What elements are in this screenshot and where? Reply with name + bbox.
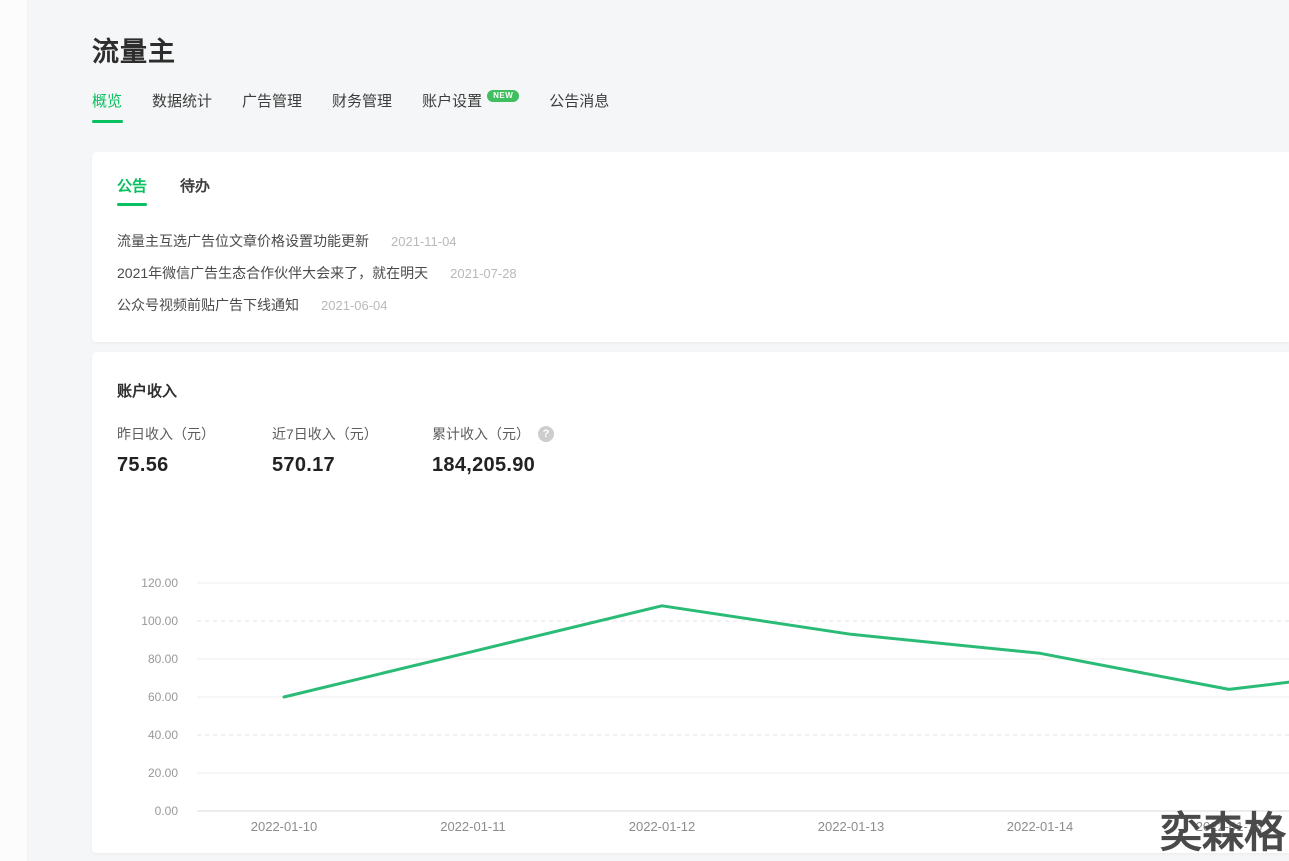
svg-text:0.00: 0.00 [155,804,179,818]
stat-value: 75.56 [117,454,169,476]
help-icon[interactable]: ? [538,426,554,442]
active-tab-underline [92,120,123,123]
svg-text:20.00: 20.00 [148,766,178,780]
svg-text:40.00: 40.00 [148,728,178,742]
tab-data-statistics-label: 数据统计 [152,93,213,110]
stat-value: 570.17 [272,454,335,476]
watermark: 奕森格 [1160,808,1287,857]
stat-label: 累计收入（元） ? [432,424,554,444]
tab-ad-management[interactable]: 广告管理 [242,90,302,111]
notice-card: 公告 待办 流量主互选广告位文章价格设置功能更新 2021-11-04 2021… [92,152,1289,342]
tab-ad-management-label: 广告管理 [242,93,303,110]
stat-total-income: 累计收入（元） ? 184,205.90 [432,424,554,477]
tab-account-settings-label: 账户设置 [422,93,483,110]
svg-text:2022-01-14: 2022-01-14 [1007,819,1074,834]
tab-announcements[interactable]: 公告消息 [549,90,609,111]
svg-text:2022-01-10: 2022-01-10 [251,819,318,834]
new-badge: NEW [487,89,520,102]
notice-item-date: 2021-07-28 [450,265,517,281]
stat-label: 近7日收入（元） [272,426,378,442]
notice-tab-announcements[interactable]: 公告 [117,175,147,196]
svg-text:2022-01-12: 2022-01-12 [629,819,696,834]
notice-tab-todo[interactable]: 待办 [180,175,210,196]
tab-finance-management[interactable]: 财务管理 [332,90,392,111]
collapsed-sidebar-strip [0,0,28,861]
svg-text:2022-01-11: 2022-01-11 [440,819,506,834]
notice-item: 流量主互选广告位文章价格设置功能更新 2021-11-04 [117,232,457,250]
tab-overview[interactable]: 概览 [92,90,122,111]
stat-label: 昨日收入（元） [117,426,215,442]
notice-active-tab-underline [117,203,147,206]
notice-tabs: 公告 待办 [117,175,210,196]
notice-item-link[interactable]: 流量主互选广告位文章价格设置功能更新 [117,231,369,251]
tab-finance-management-label: 财务管理 [332,93,393,110]
svg-text:60.00: 60.00 [148,690,178,704]
tab-overview-label: 概览 [92,93,123,110]
notice-item-date: 2021-06-04 [321,297,388,313]
income-card-title: 账户收入 [117,383,178,400]
notice-item: 2021年微信广告生态合作伙伴大会来了，就在明天 2021-07-28 [117,264,517,282]
income-line-chart: 0.00 20.00 40.00 60.00 80.00 100.00 120.00 2022… [92,540,1289,853]
notice-item-link[interactable]: 2021年微信广告生态合作伙伴大会来了，就在明天 [117,263,428,283]
notice-item-date: 2021-11-04 [391,233,457,249]
svg-text:80.00: 80.00 [148,652,178,666]
main-nav-tabs: 概览 数据统计 广告管理 财务管理 账户设置 NEW 公告消息 [92,89,609,111]
page-title: 流量主 [92,37,176,67]
stat-yesterday-income: 昨日收入（元） 75.56 [117,424,215,477]
svg-text:120.00: 120.00 [141,576,178,590]
account-income-card: 账户收入 昨日收入（元） 75.56 近7日收入（元） 570.17 累计收入（… [92,352,1289,853]
svg-text:2022-01-13: 2022-01-13 [818,819,885,834]
tab-account-settings[interactable]: 账户设置 NEW [422,89,520,111]
tab-data-statistics[interactable]: 数据统计 [152,90,212,111]
stat-value: 184,205.90 [432,454,536,476]
stat-last7days-income: 近7日收入（元） 570.17 [272,424,378,477]
tab-announcements-label: 公告消息 [549,93,610,110]
notice-item-link[interactable]: 公众号视频前贴广告下线通知 [117,295,299,315]
line-chart-svg: 0.00 20.00 40.00 60.00 80.00 100.00 120.00 2022… [141,576,1289,834]
svg-text:100.00: 100.00 [141,614,178,628]
stat-label-text: 累计收入（元） [432,426,530,442]
notice-item: 公众号视频前贴广告下线通知 2021-06-04 [117,296,388,314]
